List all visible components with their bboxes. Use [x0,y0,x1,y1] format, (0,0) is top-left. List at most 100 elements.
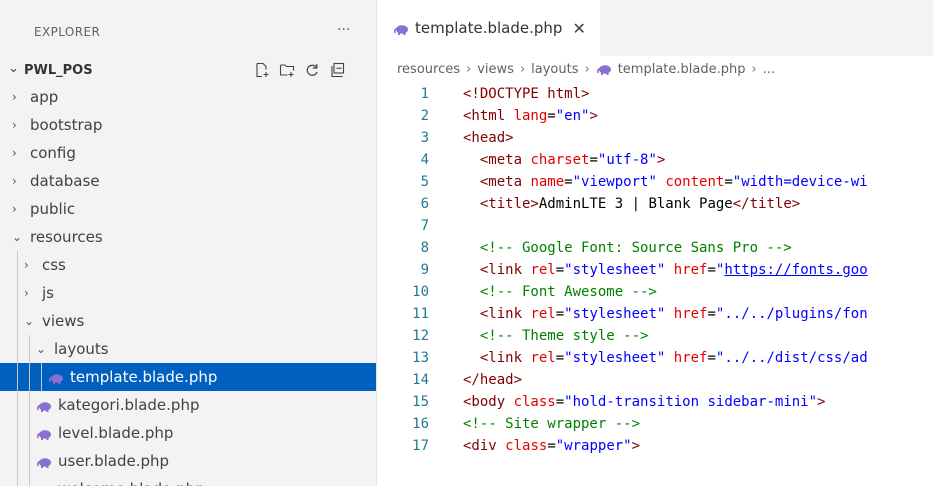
token-txt: AdminLTE 3 | Blank Page [538,196,733,212]
breadcrumb-item[interactable]: layouts [531,62,578,77]
folder-public[interactable]: › public [0,195,376,223]
folder-js[interactable]: › js [0,279,376,307]
code-editor[interactable]: 1 <!DOCTYPE html> 2 <html lang="en"> 3 <head>… [377,86,933,460]
line-number: 5 [420,174,429,190]
line-number: 4 [420,152,429,168]
folder-css[interactable]: › css [0,251,376,279]
tab-template-blade[interactable]: template.blade.php ✕ [377,0,600,56]
token-tag: > [656,152,666,168]
indent-guide [29,447,30,475]
file-welcome-blade-php[interactable]: welcome.blade.php [0,475,376,486]
project-name: PWL_POS [24,63,93,78]
token-txt: = [707,262,716,278]
token-tag: <link [479,350,531,366]
chevron-right-icon: › [466,62,472,77]
chevron-right-icon: › [12,90,17,104]
token-tag: <link [479,306,531,322]
refresh-icon[interactable] [303,61,321,79]
collapse-all-icon[interactable] [328,61,346,79]
code-line: 8 <!-- Google Font: Source Sans Pro --> [377,240,933,262]
token-txt: = [555,350,565,366]
new-file-icon[interactable] [253,61,271,79]
token-val: "stylesheet" [564,350,666,366]
file-user-blade-php[interactable]: user.blade.php [0,447,376,475]
tree-item-label: css [42,256,66,274]
token-txt: = [707,350,716,366]
folder-bootstrap[interactable]: › bootstrap [0,111,376,139]
php-elephant-icon [48,371,64,384]
code-line: 16 <!-- Site wrapper --> [377,416,933,438]
token-txt: = [724,174,733,190]
line-number: 15 [412,394,429,410]
token-val: "../../plugins/fon [715,306,868,322]
token-attr: lang [513,108,548,124]
token-tag: > [589,108,598,124]
folder-layouts[interactable]: ⌄ layouts [0,335,376,363]
close-icon[interactable]: ✕ [572,19,585,38]
folder-views[interactable]: ⌄ views [0,307,376,335]
more-actions-icon[interactable]: ··· [337,22,350,38]
token-val: "utf-8" [597,152,657,168]
token-comment: <!-- Google Font: Source Sans Pro --> [479,240,792,256]
code-line: 4 <meta charset="utf-8"> [377,152,933,174]
chevron-down-icon: ⌄ [36,342,47,356]
tree-item-label: public [30,200,76,218]
token-txt: = [555,394,565,410]
tree-item-label: level.blade.php [58,424,174,442]
file-kategori-blade-php[interactable]: kategori.blade.php [0,391,376,419]
folder-database[interactable]: › database [0,167,376,195]
line-number: 11 [412,306,429,322]
tree-item-label: config [30,144,76,162]
token-attr: content [665,174,725,190]
chevron-right-icon: › [584,62,590,77]
php-elephant-icon [596,64,612,76]
token-val: "stylesheet" [564,306,666,322]
code-line: 5 <meta name="viewport" content="width=d… [377,174,933,196]
folder-resources[interactable]: ⌄ resources [0,223,376,251]
project-folder-row[interactable]: ⌄ PWL_POS [0,59,376,83]
breadcrumb-item[interactable]: views [477,62,514,77]
token-tag: <head> [463,130,514,146]
code-text: <!-- Font Awesome --> [463,284,657,300]
code-line: 17 <div class="wrapper"> [377,438,933,460]
tree-item-label: resources [30,228,103,246]
chevron-right-icon: › [24,286,29,300]
token-txt: = [589,152,598,168]
code-text: <link rel="stylesheet" href="../../dist/… [463,350,868,366]
code-text: <head> [463,130,514,146]
breadcrumb-item[interactable]: resources [397,62,460,77]
tree-item-label: user.blade.php [58,452,170,470]
folder-config[interactable]: › config [0,139,376,167]
explorer-title: EXPLORER [34,25,101,39]
explorer-sidebar: EXPLORER ··· ⌄ PWL_POS › app › bootstrap… [0,0,377,486]
code-text: <!-- Google Font: Source Sans Pro --> [463,240,792,256]
file-level-blade-php[interactable]: level.blade.php [0,419,376,447]
code-line: 11 <link rel="stylesheet" href="../../pl… [377,306,933,328]
token-attr: rel [530,262,556,278]
breadcrumb-item[interactable]: ... [763,62,775,77]
code-line: 12 <!-- Theme style --> [377,328,933,350]
token-val: "wrapper" [555,438,632,454]
tree-item-label: template.blade.php [70,368,218,386]
folder-app[interactable]: › app [0,83,376,111]
new-folder-icon[interactable] [278,61,296,79]
code-line: 10 <!-- Font Awesome --> [377,284,933,306]
indent-guide [17,251,18,279]
code-text: <link rel="stylesheet" href="../../plugi… [463,306,868,322]
token-txt: = [547,108,556,124]
token-val: "width=device-wi [732,174,868,190]
token-link[interactable]: https://fonts.goo [724,262,867,278]
breadcrumb-item[interactable]: template.blade.php [618,62,746,77]
line-number: 7 [420,218,429,234]
token-attr: href [673,262,708,278]
line-number: 6 [420,196,429,212]
token-tag: > [817,394,826,410]
file-template-blade-php[interactable]: template.blade.php [0,363,376,391]
indent-guide [29,391,30,419]
